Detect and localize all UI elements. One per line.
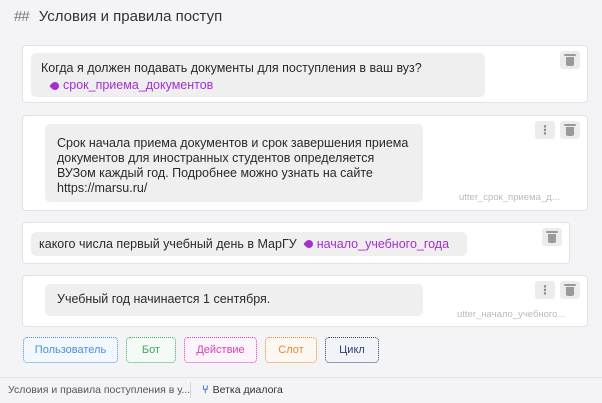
add-bot-step-button[interactable]: Бот: [126, 337, 176, 363]
bot-message-bubble[interactable]: Срок начала приема документов и срок зав…: [45, 124, 423, 202]
trash-icon: [564, 123, 576, 136]
tag-icon: [303, 238, 315, 250]
add-loop-step-button[interactable]: Цикл: [325, 337, 379, 363]
user-message-text: какого числа первый учебный день в МарГУ: [39, 236, 297, 251]
bot-message-line: документов для иностранных студентов опр…: [57, 151, 375, 165]
more-options-button[interactable]: ⋮: [535, 121, 555, 139]
bot-message-bubble[interactable]: Учебный год начинается 1 сентября.: [45, 284, 423, 316]
delete-step-button[interactable]: [560, 121, 580, 139]
intent-tag[interactable]: срок_приема_документов: [49, 78, 214, 93]
user-message-bubble[interactable]: Когда я должен подавать документы для по…: [31, 53, 485, 97]
breadcrumb[interactable]: Условия и правила поступления в у...: [8, 384, 190, 396]
bot-message-line: https://marsu.ru/: [57, 181, 148, 195]
more-vertical-icon: ⋮: [539, 123, 551, 137]
add-action-step-button[interactable]: Действие: [184, 337, 257, 363]
bot-step-card[interactable]: Учебный год начинается 1 сентября. ⋮ utt…: [22, 275, 588, 327]
trash-icon: [564, 283, 576, 296]
bot-step-card[interactable]: Срок начала приема документов и срок зав…: [22, 115, 588, 211]
utter-name: utter_начало_учебного...: [457, 309, 566, 320]
trash-icon: [564, 53, 576, 66]
user-message-bubble[interactable]: какого числа первый учебный день в МарГУ…: [31, 232, 467, 256]
utter-name: utter_срок_приема_д...: [459, 192, 560, 203]
footer-bar: Условия и правила поступления в у... ⑂ В…: [0, 377, 602, 403]
more-options-button[interactable]: ⋮: [535, 281, 555, 299]
add-user-step-label: Пользователь: [34, 344, 107, 356]
tag-icon: [49, 79, 61, 92]
divider: [190, 382, 191, 398]
add-user-step-button[interactable]: Пользователь: [23, 337, 118, 363]
user-step-card[interactable]: Когда я должен подавать документы для по…: [22, 45, 588, 103]
delete-step-button[interactable]: [560, 281, 580, 299]
bot-message-line: ВУЗом каждый год. Подробнее можно узнать…: [57, 166, 373, 180]
user-step-card[interactable]: какого числа первый учебный день в МарГУ…: [22, 222, 570, 264]
bot-message-text: Учебный год начинается 1 сентября.: [57, 292, 271, 306]
add-action-step-label: Действие: [196, 344, 245, 356]
intent-name: срок_приема_документов: [63, 78, 214, 92]
delete-step-button[interactable]: [542, 228, 562, 246]
add-slot-step-button[interactable]: Слот: [265, 337, 317, 363]
delete-step-button[interactable]: [560, 51, 580, 69]
add-slot-step-label: Слот: [278, 344, 304, 356]
intent-name: начало_учебного_года: [316, 236, 450, 251]
branch-dialog-button[interactable]: ⑂ Ветка диалога: [202, 384, 283, 396]
branch-icon: ⑂: [202, 384, 209, 396]
add-loop-step-label: Цикл: [339, 344, 365, 356]
user-message-text: Когда я должен подавать документы для по…: [41, 61, 422, 75]
bot-message-line: Срок начала приема документов и срок зав…: [57, 136, 409, 150]
more-vertical-icon: ⋮: [539, 283, 551, 297]
branch-label: Ветка диалога: [212, 384, 283, 396]
add-bot-step-label: Бот: [141, 344, 161, 356]
trash-icon: [546, 230, 558, 243]
intent-tag[interactable]: начало_учебного_года: [303, 236, 450, 252]
story-title[interactable]: Условия и правила поступ: [39, 8, 223, 25]
hash-icon: ##: [14, 7, 30, 25]
story-header: ## Условия и правила поступ: [0, 0, 602, 32]
